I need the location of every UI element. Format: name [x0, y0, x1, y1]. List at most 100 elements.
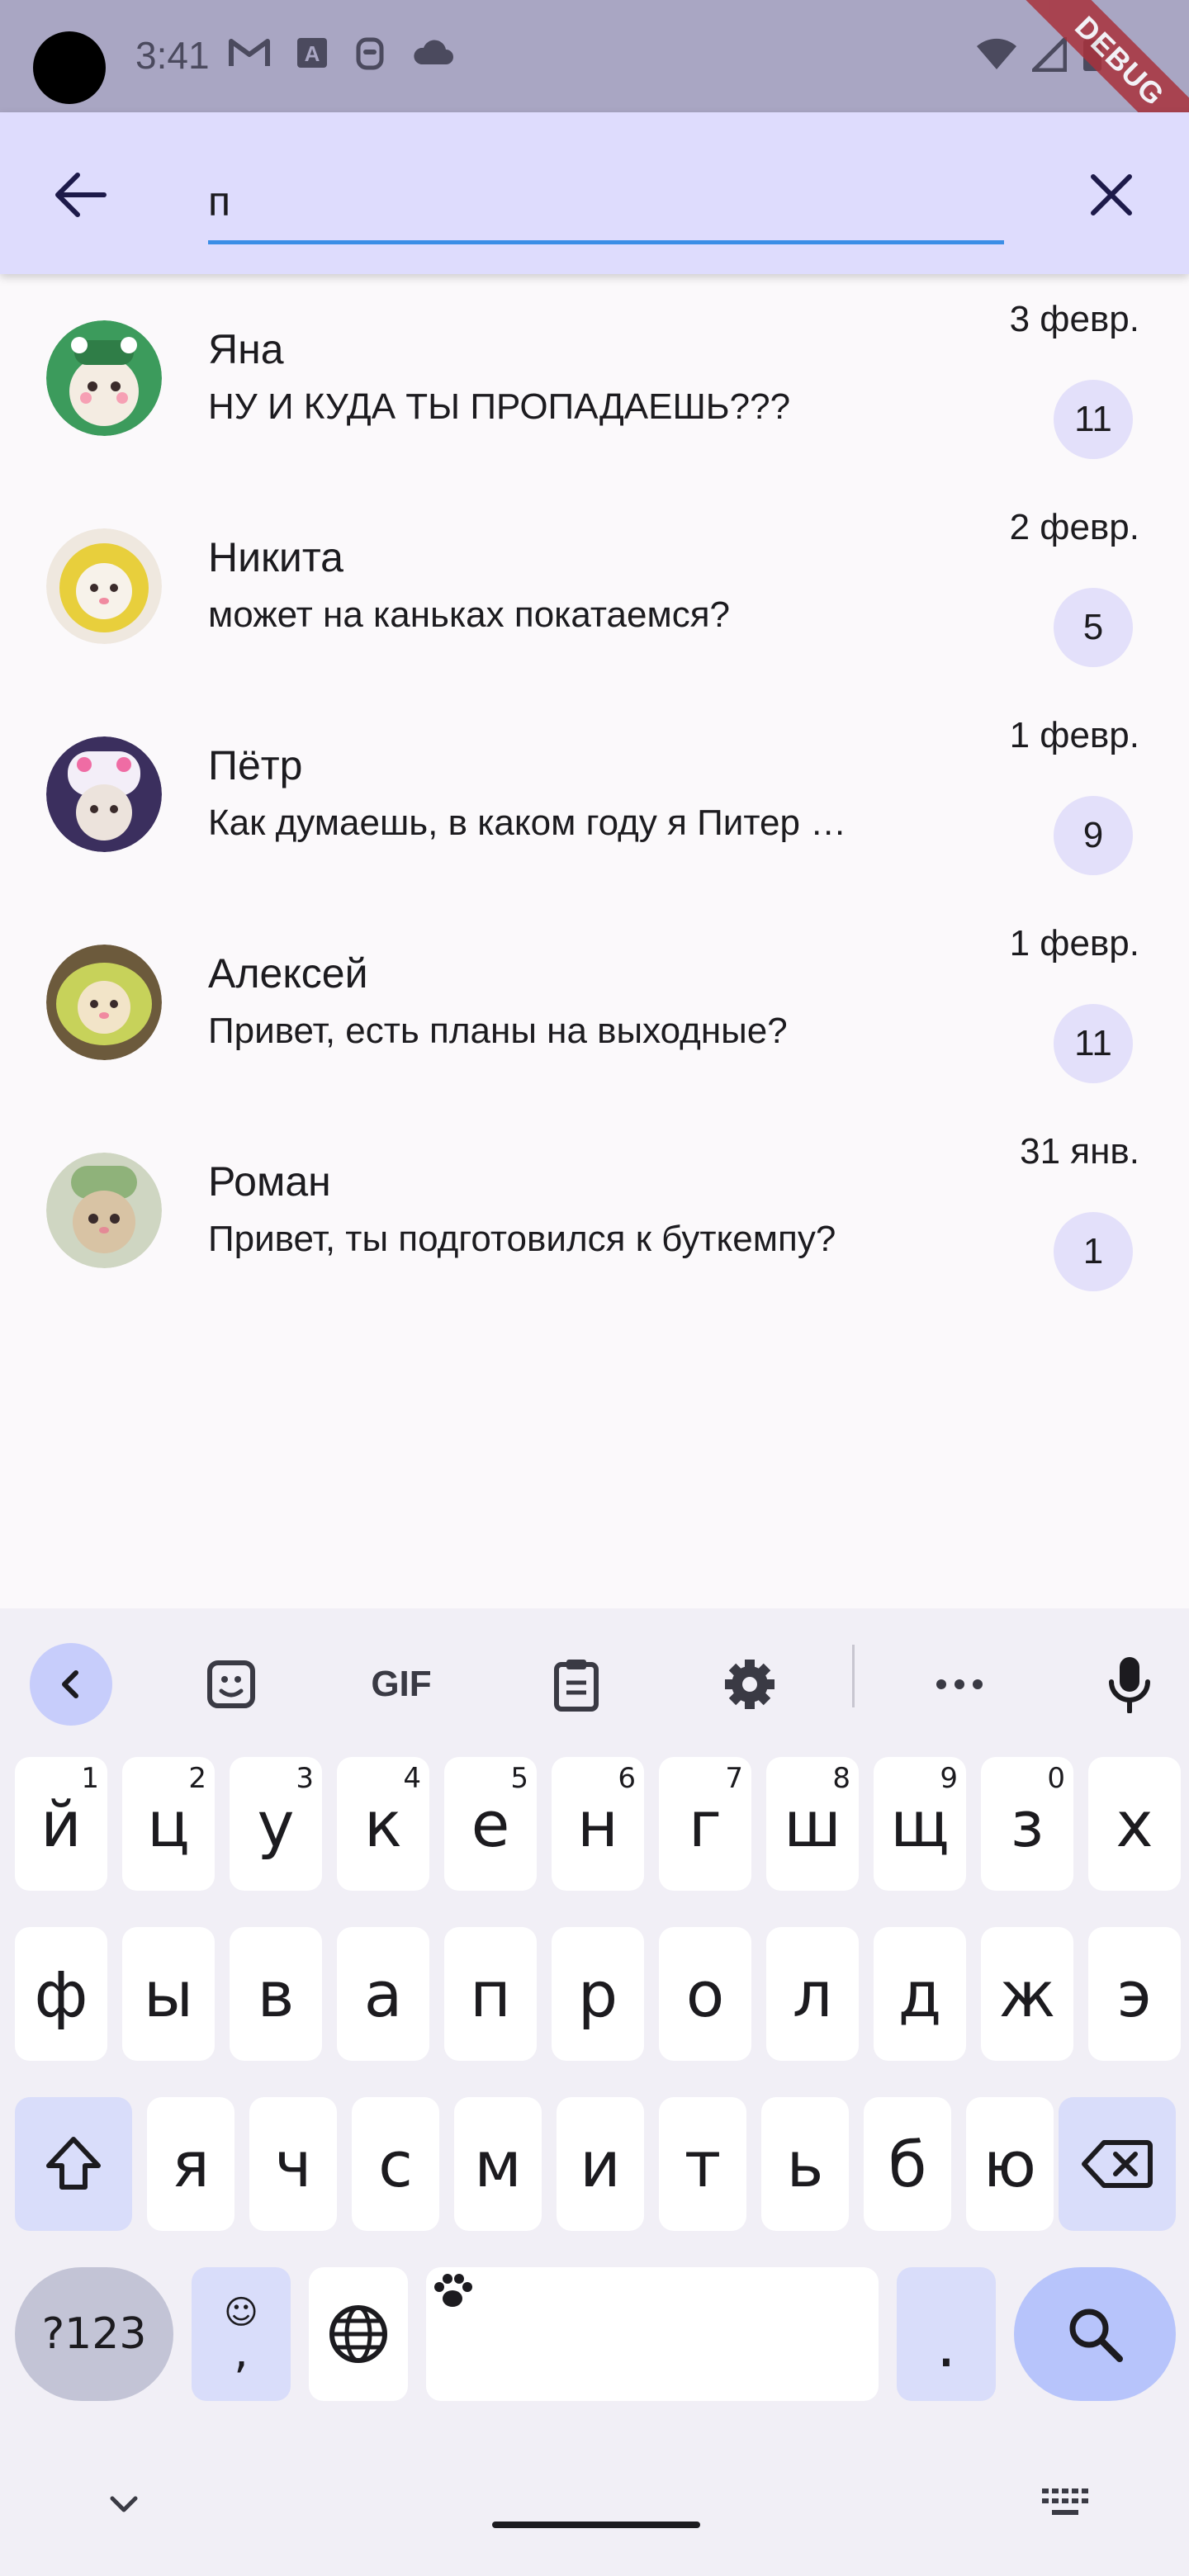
hide-keyboard-button[interactable]	[102, 2484, 145, 2531]
chat-last-message: Привет, ты подготовился к буткемпу?	[208, 1219, 836, 1259]
globe-icon	[329, 2305, 387, 2363]
chat-name: Алексей	[208, 950, 368, 997]
signal-icon	[1028, 33, 1068, 76]
status-time: 3:41	[135, 34, 210, 77]
key[interactable]: к4	[337, 1757, 429, 1891]
avatar	[46, 945, 162, 1060]
chat-date: 3 февр.	[1009, 299, 1139, 339]
more-icon	[936, 1679, 983, 1689]
sticker-icon	[207, 1660, 255, 1708]
unread-badge: 9	[1054, 796, 1133, 875]
symbols-key[interactable]: ?123	[15, 2267, 173, 2401]
wifi-icon	[976, 38, 1017, 75]
key[interactable]: ч	[249, 2097, 337, 2231]
chevron-left-icon	[62, 1670, 78, 1698]
key[interactable]: з0	[981, 1757, 1073, 1891]
status-bar: 3:41 A DEBUG	[0, 0, 1189, 178]
search-action-key[interactable]	[1014, 2267, 1176, 2401]
key[interactable]: у3	[230, 1757, 322, 1891]
chat-name: Яна	[208, 326, 284, 372]
key[interactable]: ы	[122, 1927, 215, 2061]
key[interactable]: ь	[761, 2097, 849, 2231]
key[interactable]: н6	[552, 1757, 644, 1891]
chat-last-message: может на каньках покатаемся?	[208, 594, 731, 635]
sticker-button[interactable]	[190, 1643, 272, 1726]
key[interactable]: э	[1088, 1927, 1181, 2061]
unread-badge: 11	[1054, 1004, 1133, 1083]
key[interactable]: г7	[659, 1757, 751, 1891]
space-key[interactable]	[426, 2267, 879, 2401]
key[interactable]: б	[864, 2097, 951, 2231]
chat-name: Пётр	[208, 742, 303, 788]
cloud-icon	[411, 38, 454, 72]
key[interactable]: ф	[15, 1927, 107, 2061]
key[interactable]: щ9	[874, 1757, 966, 1891]
shift-icon	[46, 2137, 101, 2190]
more-button[interactable]	[918, 1643, 1001, 1726]
chat-last-message: Как думаешь, в каком году я Питер …	[208, 803, 847, 843]
chat-item[interactable]: Яна НУ И КУДА ТЫ ПРОПАДАЕШЬ??? 3 февр. 1…	[0, 274, 1189, 482]
key[interactable]: м	[454, 2097, 542, 2231]
keyboard-switch-button[interactable]	[1040, 2487, 1090, 2524]
key[interactable]: в	[230, 1927, 322, 2061]
key[interactable]: я	[147, 2097, 234, 2231]
keyboard-back-button[interactable]	[30, 1643, 112, 1726]
keyboard-settings-button[interactable]	[708, 1643, 791, 1726]
chat-date: 31 янв.	[1020, 1131, 1139, 1172]
key[interactable]: д	[874, 1927, 966, 2061]
gif-button[interactable]: GIF	[360, 1643, 443, 1726]
avatar	[46, 528, 162, 644]
chat-list: Яна НУ И КУДА ТЫ ПРОПАДАЕШЬ??? 3 февр. 1…	[0, 274, 1189, 1314]
clipboard-icon	[554, 1660, 599, 1712]
key[interactable]: и	[557, 2097, 644, 2231]
chat-name: Никита	[208, 534, 343, 580]
font-icon: A	[296, 36, 329, 73]
period-key[interactable]: .	[897, 2267, 996, 2401]
home-indicator[interactable]	[492, 2522, 700, 2528]
key[interactable]: е5	[444, 1757, 537, 1891]
chat-item[interactable]: Роман Привет, ты подготовился к буткемпу…	[0, 1106, 1189, 1314]
key[interactable]: т	[659, 2097, 746, 2231]
unread-badge: 11	[1054, 380, 1133, 459]
clear-search-button[interactable]	[1080, 163, 1143, 226]
android-icon	[353, 35, 386, 75]
shift-key[interactable]	[15, 2097, 132, 2231]
close-icon	[1091, 174, 1132, 215]
key[interactable]: п	[444, 1927, 537, 2061]
keyboard-icon	[1042, 2488, 1088, 2515]
key[interactable]: ш8	[766, 1757, 859, 1891]
key[interactable]: ц2	[122, 1757, 215, 1891]
avatar	[46, 320, 162, 436]
on-screen-keyboard: GIF й1 ц2 у3 к4 е5 н6 г7 ш8 щ9 з0 х ф ы …	[0, 1608, 1189, 2576]
backspace-icon	[1082, 2140, 1153, 2188]
key[interactable]: х	[1088, 1757, 1181, 1891]
comma-emoji-key[interactable]: ☺ ,	[192, 2267, 291, 2401]
chat-item[interactable]: Алексей Привет, есть планы на выходные? …	[0, 898, 1189, 1106]
gear-icon	[725, 1660, 775, 1709]
key[interactable]: ж	[981, 1927, 1073, 2061]
chat-last-message: НУ И КУДА ТЫ ПРОПАДАЕШЬ???	[208, 386, 791, 427]
key[interactable]: ю	[966, 2097, 1054, 2231]
avatar	[46, 1153, 162, 1268]
arrow-left-icon	[55, 173, 107, 217]
key[interactable]: р	[552, 1927, 644, 2061]
keyboard-toolbar: GIF	[0, 1608, 1189, 1757]
search-field	[208, 154, 1004, 244]
chat-item[interactable]: Никита может на каньках покатаемся? 2 фе…	[0, 482, 1189, 690]
key[interactable]: о	[659, 1927, 751, 2061]
voice-input-button[interactable]	[1088, 1643, 1171, 1726]
status-notification-icons: A	[228, 35, 454, 75]
back-button[interactable]	[46, 160, 116, 230]
backspace-key[interactable]	[1059, 2097, 1176, 2231]
key[interactable]: л	[766, 1927, 859, 2061]
search-input[interactable]	[208, 154, 1004, 240]
language-key[interactable]	[309, 2267, 408, 2401]
unread-badge: 5	[1054, 588, 1133, 667]
key[interactable]: с	[352, 2097, 439, 2231]
key[interactable]: а	[337, 1927, 429, 2061]
chat-name: Роман	[208, 1158, 331, 1205]
toolbar-divider	[852, 1645, 855, 1707]
key[interactable]: й1	[15, 1757, 107, 1891]
clipboard-button[interactable]	[535, 1643, 618, 1726]
chat-item[interactable]: Пётр Как думаешь, в каком году я Питер ……	[0, 690, 1189, 898]
